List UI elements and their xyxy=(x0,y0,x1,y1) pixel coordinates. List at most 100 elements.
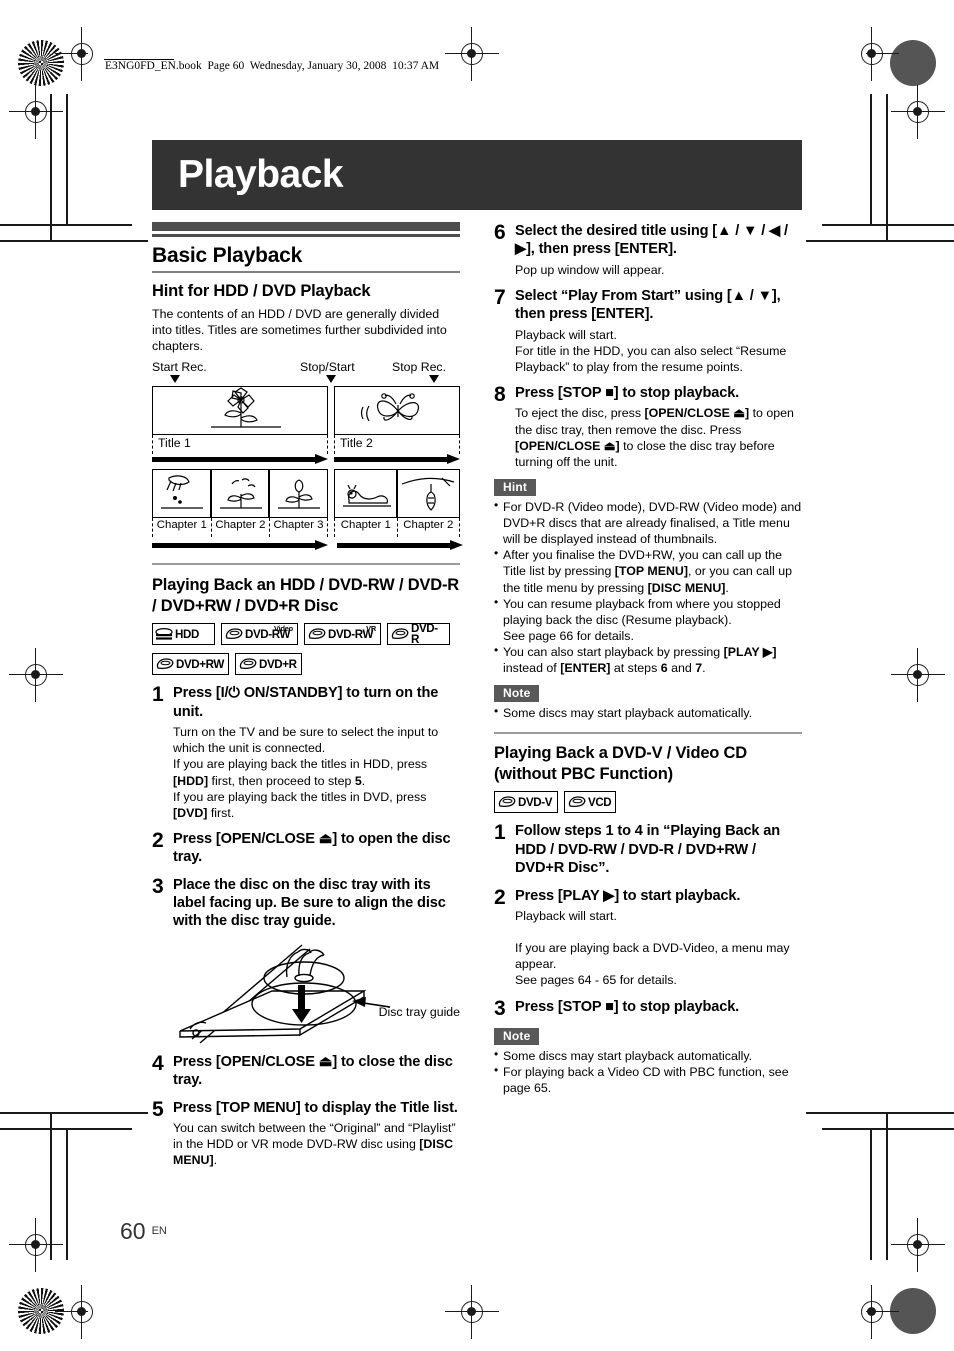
step-number: 2 xyxy=(152,828,164,852)
disc-badge-label: HDD xyxy=(175,627,199,641)
step-item: 7 Select “Play From Start” using [▲ / ▼]… xyxy=(494,287,802,375)
note-bullet-list: Some discs may start playback automatica… xyxy=(494,1047,802,1096)
hint-bullet-list: For DVD-R (Video mode), DVD-RW (Video mo… xyxy=(494,498,802,676)
crop-mark-line xyxy=(886,94,888,242)
seeding-illustration xyxy=(152,469,211,519)
hint-bullet: For DVD-R (Video mode), DVD-RW (Video mo… xyxy=(494,498,802,547)
crop-mark-line xyxy=(0,1128,132,1130)
registration-crosshair xyxy=(9,1218,63,1272)
step-heading: Press [STOP ■] to stop playback. xyxy=(515,385,740,401)
step-number: 6 xyxy=(494,221,506,244)
note-bullet: Some discs may start playback automatica… xyxy=(494,1047,802,1064)
step-heading: Follow steps 1 to 4 in “Playing Back an … xyxy=(515,823,781,877)
page-footer: 60 EN xyxy=(120,1218,167,1245)
title-chapter-diagram: Start Rec. Stop/Start Stop Rec. Title 1 … xyxy=(152,360,463,565)
diagram-title-arrow xyxy=(334,454,460,465)
step-number: 7 xyxy=(494,285,506,309)
diagram-title-label: Title 1 xyxy=(152,435,328,455)
diagram-bottom-rule xyxy=(152,563,460,565)
registration-crosshair xyxy=(9,648,63,702)
diagram-chapter-cell: Chapter 1 xyxy=(152,469,211,538)
registration-crosshair xyxy=(55,27,109,81)
flower-bud-icon xyxy=(278,479,321,509)
right-column: 6 Select the desired title using [▲ / ▼ … xyxy=(494,222,802,1168)
registration-crosshair xyxy=(445,1285,499,1339)
step-number: 8 xyxy=(494,383,506,406)
disc-badge-label: DVD+RW xyxy=(176,657,224,671)
diagram-chapter-cell: Chapter 2 xyxy=(210,469,270,538)
crop-mark-line xyxy=(870,94,872,226)
hint-tag: Hint xyxy=(494,478,537,496)
disc-badges-dvdv: DVD-V VCD xyxy=(494,791,802,814)
file-header-text: E3NG0FD_EN.book Page 60 Wednesday, Janua… xyxy=(105,60,440,72)
down-arrow-icon xyxy=(326,375,336,384)
diagram-chapter-label: Chapter 2 xyxy=(396,518,460,538)
step-number: 1 xyxy=(494,821,506,845)
butterfly-icon xyxy=(360,393,420,422)
step-heading: Select “Play From Start” using [▲ / ▼], … xyxy=(515,287,781,323)
step-heading: Press [STOP ■] to stop playback. xyxy=(515,998,740,1015)
disc-icon xyxy=(498,796,516,807)
disc-badge-dvd-plus-r: DVD+R xyxy=(235,653,302,676)
crop-mark-line xyxy=(806,240,954,242)
step-body: Turn on the TV and be sure to select the… xyxy=(173,725,439,820)
hint-bullet: You can resume playback from where you s… xyxy=(494,595,802,644)
flower-illustration xyxy=(152,386,328,436)
diagram-chapter-cell: Chapter 1 xyxy=(333,469,397,538)
hint-bullet: You can also start playback by pressing … xyxy=(494,643,802,676)
diagram-chapter-group: Chapter 1 xyxy=(152,469,328,538)
disc-icon xyxy=(308,628,326,639)
step-heading: Press [TOP MENU] to display the Title li… xyxy=(173,1099,458,1116)
hand-sowing-icon xyxy=(161,475,203,509)
registration-crosshair xyxy=(445,27,499,81)
disc-badges-row-1: HDD DVD-RW Video DVD-RW VR DVD-R xyxy=(152,622,460,646)
diagram-title-block: Title 2 xyxy=(334,386,460,469)
crop-mark-line xyxy=(0,240,148,242)
crop-mark-line xyxy=(66,1128,68,1260)
crop-mark-line xyxy=(0,224,132,226)
page-content: Playback Basic Playback Hint for HDD / D… xyxy=(152,140,802,1168)
step-item: 2 Press [OPEN/CLOSE ⏏] to open the disc … xyxy=(152,830,460,867)
crop-mark-line xyxy=(870,1128,872,1260)
diagram-chapter-group: Chapter 1 xyxy=(333,469,460,538)
registration-crosshair xyxy=(845,1285,899,1339)
disc-badge-dvd-r: DVD-R xyxy=(387,622,450,646)
page-language: EN xyxy=(151,1225,167,1237)
bud-illustration xyxy=(269,469,328,519)
step-heading: Press [I/⏻ ON/STANDBY] to turn on the un… xyxy=(173,685,439,720)
hint-subtitle: Hint for HDD / DVD Playback xyxy=(152,282,371,300)
diagram-marker-arrows xyxy=(152,375,460,386)
step-heading: Press [OPEN/CLOSE ⏏] to close the disc t… xyxy=(173,1053,453,1089)
note-bullet-list: Some discs may start playback automatica… xyxy=(494,704,802,721)
disc-badge-dvd-plus-rw: DVD+RW xyxy=(152,653,229,676)
left-column: Basic Playback Hint for HDD / DVD Playba… xyxy=(152,222,463,1168)
crop-mark-line xyxy=(806,1112,954,1114)
crop-mark-line xyxy=(822,1128,954,1130)
step-number: 4 xyxy=(152,1051,164,1075)
sprout-illustration xyxy=(210,469,270,519)
diagram-chapter-cell: Chapter 2 xyxy=(396,469,460,538)
diagram-title-block: Title 1 xyxy=(152,386,328,469)
hint-bullet: After you finalise the DVD+RW, you can c… xyxy=(494,546,802,595)
butterfly-illustration xyxy=(334,386,460,436)
disc-badge-dvd-rw-video: DVD-RW Video xyxy=(221,623,298,646)
section-title: Basic Playback xyxy=(152,244,303,267)
column-gap xyxy=(460,222,494,1168)
chapter-title: Playback xyxy=(178,153,344,196)
diagram-titles-row: Title 1 Title 2 xyxy=(152,386,460,469)
cocoon-illustration xyxy=(396,469,460,519)
step-heading: Press [OPEN/CLOSE ⏏] to open the disc tr… xyxy=(173,830,451,866)
cocoon-icon xyxy=(401,477,454,512)
diagram-chapter-arrows xyxy=(152,540,463,555)
disc-badge-dvd-v: DVD-V xyxy=(494,791,558,814)
disc-icon xyxy=(225,628,243,639)
diagram-label-stop-start: Stop/Start xyxy=(300,360,355,375)
disc-icon xyxy=(156,658,174,669)
step-item: 1 Follow steps 1 to 4 in “Playing Back a… xyxy=(494,822,802,877)
registration-crosshair xyxy=(891,85,945,139)
registration-crosshair xyxy=(845,27,899,81)
step-body: Playback will start. For title in the HDD… xyxy=(515,327,787,374)
disc-badges-row-2: DVD+RW DVD+R xyxy=(152,653,460,676)
hint-paragraph: The contents of an HDD / DVD are general… xyxy=(152,307,447,354)
disc-tray-illustration: Disc tray guide xyxy=(152,939,460,1044)
